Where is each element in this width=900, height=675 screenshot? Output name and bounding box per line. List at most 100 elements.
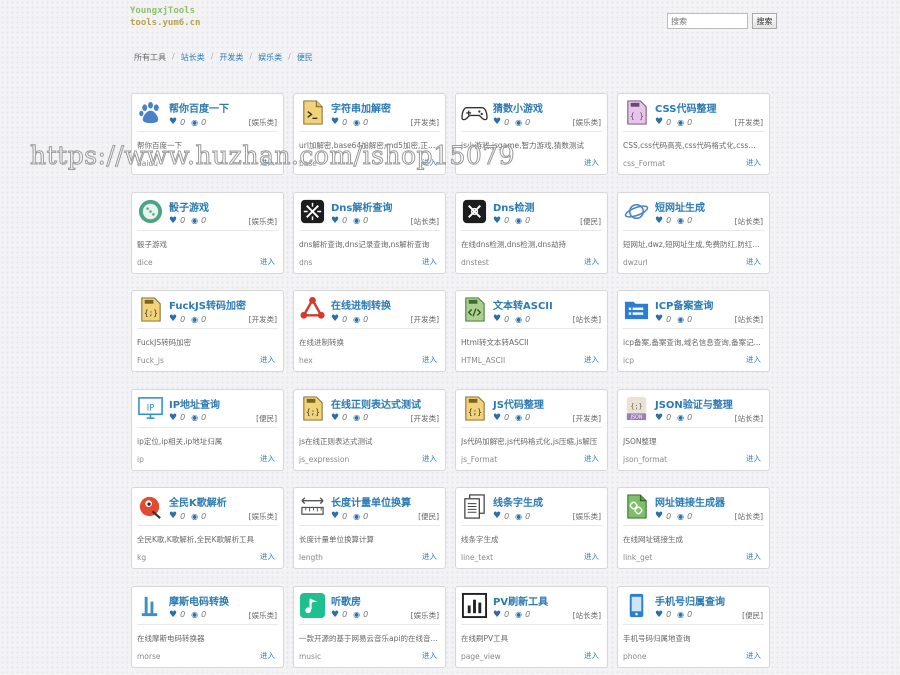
tool-category[interactable]: [站长类] <box>573 610 601 621</box>
heart-icon[interactable]: ♥ <box>655 314 663 324</box>
enter-link[interactable]: 进入 <box>584 650 599 661</box>
tool-title[interactable]: Dns检测 <box>493 199 534 214</box>
tool-title[interactable]: 在线正则表达式测试 <box>331 396 421 411</box>
tool-card-json-format[interactable]: {;} JSON JSON验证与整理 ♥ 0 ◉ 0 [站长类] JSON整理 j… <box>617 388 770 471</box>
tool-title[interactable]: 帮你百度一下 <box>169 100 229 115</box>
tool-category[interactable]: [娱乐类] <box>573 117 601 128</box>
tool-title[interactable]: 短网址生成 <box>655 199 705 214</box>
heart-icon[interactable]: ♥ <box>331 413 339 423</box>
heart-icon[interactable]: ♥ <box>655 610 663 620</box>
tool-card-dice[interactable]: 骰子游戏 ♥ 0 ◉ 0 [娱乐类] 骰子游戏 dice 进入 <box>131 191 284 274</box>
tool-title[interactable]: FuckJS转码加密 <box>169 297 246 312</box>
tool-category[interactable]: [站长类] <box>735 413 763 424</box>
tool-category[interactable]: [开发类] <box>573 413 601 424</box>
tool-card-dwzurl[interactable]: 短网址生成 ♥ 0 ◉ 0 [站长类] 短网址,dwz,短网址生成,免费防红,防… <box>617 191 770 274</box>
tool-title[interactable]: 猜数小游戏 <box>493 100 543 115</box>
heart-icon[interactable]: ♥ <box>169 511 177 521</box>
heart-icon[interactable]: ♥ <box>331 117 339 127</box>
tool-card-baidu[interactable]: 帮你百度一下 ♥ 0 ◉ 0 [娱乐类] 帮你百度一下 baidu 进入 <box>131 93 284 175</box>
tool-category[interactable]: [开发类] <box>411 413 439 424</box>
enter-link[interactable]: 进入 <box>260 256 275 267</box>
tool-category[interactable]: [娱乐类] <box>249 511 277 522</box>
tool-title[interactable]: 线条字生成 <box>493 494 543 509</box>
tool-card-line-text[interactable]: 线条字生成 ♥ 0 ◉ 0 [娱乐类] 线条字生成 line_text 进入 <box>455 487 608 570</box>
heart-icon[interactable]: ♥ <box>169 413 177 423</box>
enter-link[interactable]: 进入 <box>746 256 761 267</box>
heart-icon[interactable]: ♥ <box>169 216 177 226</box>
search-button[interactable]: 搜索 <box>752 13 777 29</box>
tool-card-morse[interactable]: 摩斯电码转换 ♥ 0 ◉ 0 [娱乐类] 在线摩斯电码转换器 morse 进入 <box>131 585 284 668</box>
breadcrumb-entertainment[interactable]: 娱乐类 <box>258 52 282 63</box>
tool-card-dnstest[interactable]: Dns检测 ♥ 0 ◉ 0 [便民] 在线dns检测,dns检测,dns劫持 d… <box>455 191 608 274</box>
tool-title[interactable]: JSON验证与整理 <box>655 396 733 411</box>
tool-category[interactable]: [站长类] <box>735 216 763 227</box>
tool-card-music[interactable]: 听歌房 ♥ 0 ◉ 0 [娱乐类] 一款开源的基于网易云音乐api的在线音...… <box>293 585 446 668</box>
tool-card-length[interactable]: 长度计量单位换算 ♥ 0 ◉ 0 [便民] 长度计量单位换算计算 length … <box>293 487 446 570</box>
heart-icon[interactable]: ♥ <box>493 511 501 521</box>
tool-card-page-view[interactable]: PV刷新工具 ♥ 0 ◉ 0 [站长类] 在线刷PV工具 page_view 进… <box>455 585 608 668</box>
enter-link[interactable]: 进入 <box>260 157 275 168</box>
tool-title[interactable]: Dns解析查询 <box>331 199 392 214</box>
tool-category[interactable]: [娱乐类] <box>411 610 439 621</box>
tool-category[interactable]: [开发类] <box>735 117 763 128</box>
enter-link[interactable]: 进入 <box>584 157 599 168</box>
tool-category[interactable]: [娱乐类] <box>573 511 601 522</box>
tool-title[interactable]: 字符串加解密 <box>331 100 391 115</box>
heart-icon[interactable]: ♥ <box>169 314 177 324</box>
heart-icon[interactable]: ♥ <box>493 117 501 127</box>
tool-category[interactable]: [开发类] <box>411 314 439 325</box>
tool-title[interactable]: 摩斯电码转换 <box>169 593 229 608</box>
tool-category[interactable]: [便民] <box>256 413 277 424</box>
enter-link[interactable]: 进入 <box>260 453 275 464</box>
enter-link[interactable]: 进入 <box>260 551 275 562</box>
tool-title[interactable]: 网址链接生成器 <box>655 494 725 509</box>
tool-title[interactable]: 听歌房 <box>331 593 361 608</box>
enter-link[interactable]: 进入 <box>260 354 275 365</box>
enter-link[interactable]: 进入 <box>584 354 599 365</box>
breadcrumb-all-tools[interactable]: 所有工具 <box>134 52 166 63</box>
tool-card-icp[interactable]: ICP备案查询 ♥ 0 ◉ 0 [站长类] icp备案,备案查询,域名信息查询,… <box>617 290 770 373</box>
tool-category[interactable]: [娱乐类] <box>249 610 277 621</box>
tool-category[interactable]: [娱乐类] <box>249 216 277 227</box>
tool-card-item-2[interactable]: 猜数小游戏 ♥ 0 ◉ 0 [娱乐类] js小游戏,jsgame,智力游戏,猜数… <box>455 93 608 175</box>
heart-icon[interactable]: ♥ <box>655 511 663 521</box>
tool-card-ip[interactable]: IP IP地址查询 ♥ 0 ◉ 0 [便民] ip定位,ip相关,ip地址归属 … <box>131 388 284 471</box>
heart-icon[interactable]: ♥ <box>493 413 501 423</box>
tool-card-kg[interactable]: 全民K歌解析 ♥ 0 ◉ 0 [娱乐类] 全民K歌,K歌解析,全民K歌解析工具 … <box>131 487 284 570</box>
tool-category[interactable]: [站长类] <box>573 314 601 325</box>
tool-card-link-get[interactable]: 网址链接生成器 ♥ 0 ◉ 0 [站长类] 在线网址链接生成 link_get … <box>617 487 770 570</box>
enter-link[interactable]: 进入 <box>422 453 437 464</box>
tool-card-css-format[interactable]: { } CSS代码整理 ♥ 0 ◉ 0 [开发类] CSS,css代码高亮,cs… <box>617 93 770 175</box>
enter-link[interactable]: 进入 <box>746 551 761 562</box>
tool-card-js-expression[interactable]: {;} 在线正则表达式测试 ♥ 0 ◉ 0 [开发类] js在线正则表达式测试 … <box>293 388 446 471</box>
search-input[interactable] <box>667 13 748 29</box>
heart-icon[interactable]: ♥ <box>493 314 501 324</box>
heart-icon[interactable]: ♥ <box>331 610 339 620</box>
enter-link[interactable]: 进入 <box>746 650 761 661</box>
breadcrumb-developer[interactable]: 开发类 <box>219 52 243 63</box>
tool-category[interactable]: [开发类] <box>249 314 277 325</box>
tool-title[interactable]: 手机号归属查询 <box>655 593 725 608</box>
tool-card-fuck-js[interactable]: {;} FuckJS转码加密 ♥ 0 ◉ 0 [开发类] FuckJS转码加密 … <box>131 290 284 373</box>
tool-title[interactable]: 骰子游戏 <box>169 199 209 214</box>
tool-card-html-ascii[interactable]: 文本转ASCII ♥ 0 ◉ 0 [站长类] Html转文本转ASCII HTM… <box>455 290 608 373</box>
enter-link[interactable]: 进入 <box>746 453 761 464</box>
tool-category[interactable]: [便民] <box>742 610 763 621</box>
enter-link[interactable]: 进入 <box>422 354 437 365</box>
tool-category[interactable]: [开发类] <box>411 117 439 128</box>
tool-title[interactable]: IP地址查询 <box>169 396 220 411</box>
heart-icon[interactable]: ♥ <box>493 216 501 226</box>
tool-title[interactable]: JS代码整理 <box>493 396 544 411</box>
tool-title[interactable]: 全民K歌解析 <box>169 494 227 509</box>
heart-icon[interactable]: ♥ <box>493 610 501 620</box>
site-logo[interactable]: YoungxjTools tools.yum6.cn <box>130 5 200 29</box>
heart-icon[interactable]: ♥ <box>655 413 663 423</box>
tool-card-base[interactable]: 字符串加解密 ♥ 0 ◉ 0 [开发类] url加解密,base64加解密,md… <box>293 93 446 175</box>
breadcrumb-convenience[interactable]: 便民 <box>297 52 313 63</box>
heart-icon[interactable]: ♥ <box>331 216 339 226</box>
tool-title[interactable]: 文本转ASCII <box>493 297 553 312</box>
tool-title[interactable]: 在线进制转换 <box>331 297 391 312</box>
heart-icon[interactable]: ♥ <box>331 511 339 521</box>
tool-card-dns[interactable]: Dns解析查询 ♥ 0 ◉ 0 [站长类] dns解析查询,dns记录查询,ns… <box>293 191 446 274</box>
heart-icon[interactable]: ♥ <box>331 314 339 324</box>
